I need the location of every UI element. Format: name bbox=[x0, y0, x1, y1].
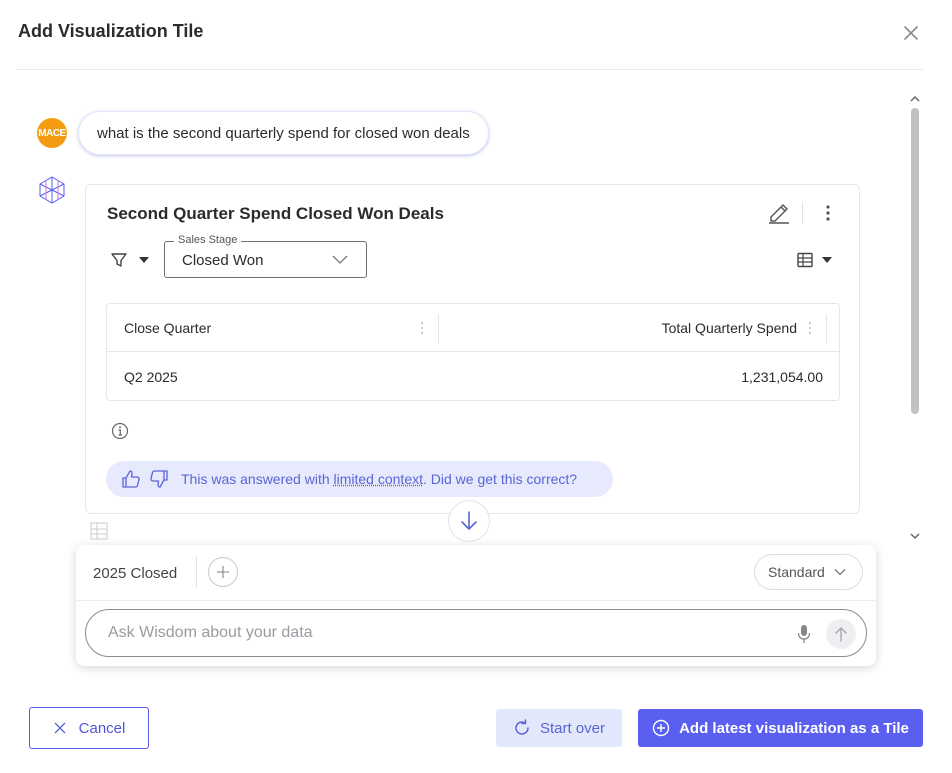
feedback-banner: This was answered with limited context. … bbox=[106, 461, 613, 497]
filter-icon bbox=[111, 253, 127, 267]
user-message: what is the second quarterly spend for c… bbox=[78, 111, 489, 155]
mode-select[interactable]: Standard bbox=[754, 554, 863, 590]
send-arrow-icon bbox=[835, 627, 847, 642]
data-table: Close Quarter Total Quarterly Spend Q2 2… bbox=[106, 303, 840, 401]
column-menu-icon[interactable] bbox=[808, 321, 812, 335]
send-button[interactable] bbox=[826, 619, 856, 649]
column-separator[interactable] bbox=[438, 314, 439, 344]
cancel-label: Cancel bbox=[78, 719, 126, 737]
close-icon[interactable] bbox=[900, 22, 922, 44]
chat-input-panel: 2025 Closed Standard bbox=[76, 545, 876, 666]
ask-input[interactable] bbox=[85, 609, 867, 657]
table-icon bbox=[797, 252, 813, 268]
arrow-down-icon bbox=[461, 511, 477, 531]
add-visualization-tile-button[interactable]: Add latest visualization as a Tile bbox=[638, 709, 923, 747]
scroll-down-icon[interactable] bbox=[910, 531, 920, 541]
visualization-type-button[interactable] bbox=[796, 249, 836, 271]
chevron-down-icon bbox=[332, 255, 348, 264]
feedback-suffix: . Did we get this correct? bbox=[423, 471, 578, 487]
thumbs-down-icon[interactable] bbox=[149, 469, 169, 489]
column-separator[interactable] bbox=[826, 314, 827, 344]
feedback-text: This was answered with limited context. … bbox=[181, 471, 577, 487]
start-over-label: Start over bbox=[539, 719, 606, 737]
sales-stage-select[interactable]: Sales Stage Closed Won bbox=[164, 234, 367, 278]
caret-down-icon bbox=[139, 257, 149, 263]
close-icon bbox=[54, 722, 65, 734]
card-title: Second Quarter Spend Closed Won Deals bbox=[107, 204, 444, 223]
table-cell: 1,231,054.00 bbox=[741, 369, 823, 385]
add-context-button[interactable] bbox=[208, 557, 238, 587]
table-header-row: Close Quarter Total Quarterly Spend bbox=[107, 304, 839, 352]
plus-circle-icon bbox=[652, 719, 670, 737]
panel-divider bbox=[196, 556, 197, 588]
refresh-icon bbox=[515, 719, 529, 735]
dialog-title: Add Visualization Tile bbox=[18, 21, 204, 41]
column-header-total-quarterly-spend[interactable]: Total Quarterly Spend bbox=[662, 320, 797, 336]
start-over-button[interactable]: Start over bbox=[496, 709, 622, 747]
plus-icon bbox=[217, 566, 229, 578]
table-cell: Q2 2025 bbox=[124, 369, 178, 385]
info-icon[interactable] bbox=[111, 422, 129, 440]
header-divider bbox=[17, 69, 923, 70]
sales-stage-label: Sales Stage bbox=[174, 234, 242, 246]
card-divider bbox=[802, 202, 803, 224]
scroll-thumb[interactable] bbox=[911, 108, 919, 414]
caret-down-icon bbox=[822, 257, 832, 263]
thumbs-up-icon[interactable] bbox=[121, 469, 141, 489]
context-chip[interactable]: 2025 Closed bbox=[93, 565, 177, 582]
microphone-icon[interactable] bbox=[796, 624, 812, 644]
limited-context-link[interactable]: limited context bbox=[334, 471, 423, 487]
filter-button[interactable] bbox=[110, 249, 158, 271]
cancel-button[interactable]: Cancel bbox=[29, 707, 149, 749]
user-avatar: MACE bbox=[37, 118, 67, 148]
scroll-to-bottom-button[interactable] bbox=[448, 500, 490, 542]
kebab-icon[interactable] bbox=[819, 203, 837, 223]
sales-stage-value: Closed Won bbox=[182, 252, 264, 269]
scrollbar[interactable] bbox=[907, 94, 923, 546]
result-card: Second Quarter Spend Closed Won Deals Sa… bbox=[85, 184, 860, 514]
chevron-down-icon bbox=[834, 569, 846, 576]
feedback-prefix: This was answered with bbox=[181, 471, 334, 487]
table-icon bbox=[90, 522, 108, 540]
add-tile-label: Add latest visualization as a Tile bbox=[679, 719, 909, 737]
scroll-up-icon[interactable] bbox=[910, 94, 920, 104]
edit-icon[interactable] bbox=[767, 202, 791, 224]
panel-divider bbox=[76, 600, 876, 601]
mode-value: Standard bbox=[768, 564, 825, 580]
assistant-logo-icon bbox=[39, 176, 65, 204]
column-menu-icon[interactable] bbox=[420, 321, 424, 335]
column-header-close-quarter[interactable]: Close Quarter bbox=[124, 320, 211, 336]
